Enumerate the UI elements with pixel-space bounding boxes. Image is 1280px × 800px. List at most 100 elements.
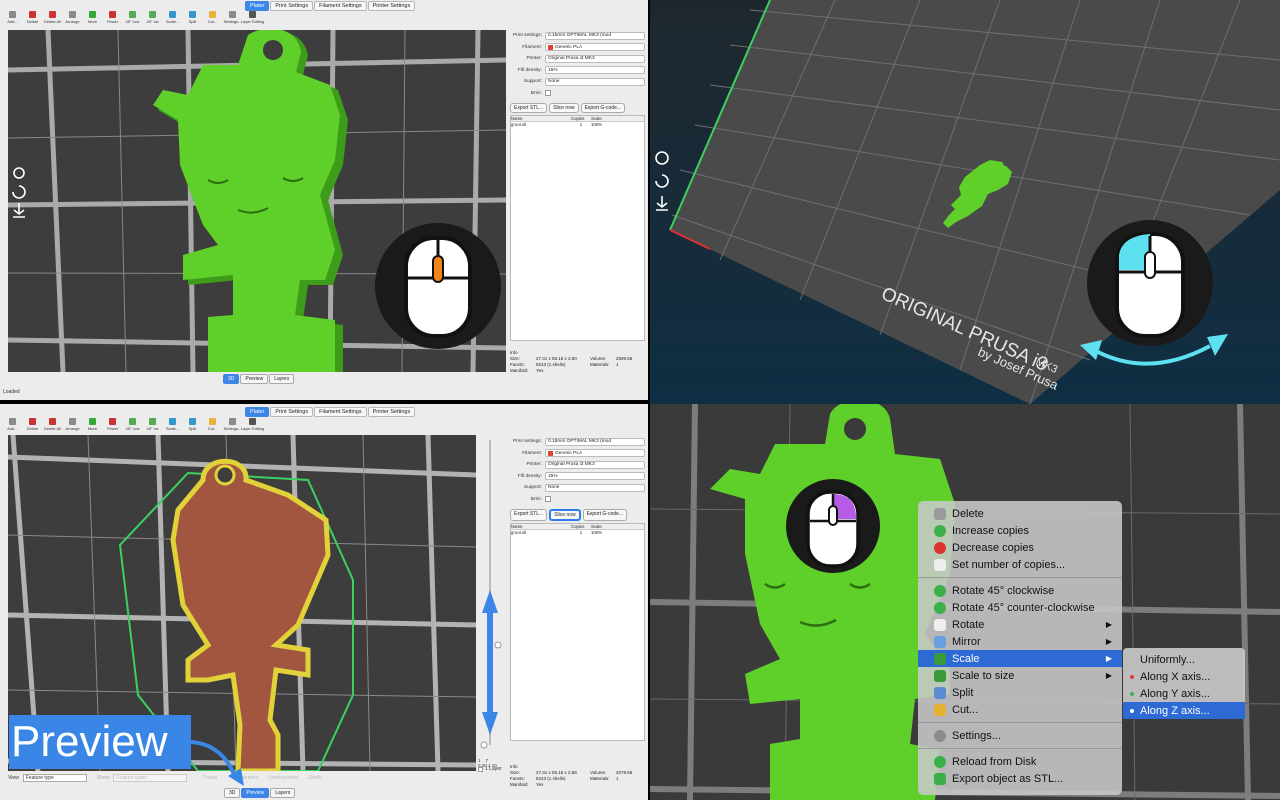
menu-item-split[interactable]: Split bbox=[918, 684, 1122, 701]
submenu-item-along-y[interactable]: Along Y axis... bbox=[1123, 685, 1245, 702]
split-button[interactable]: Split bbox=[184, 418, 201, 431]
rotate-ccw-button[interactable]: 45° ccw bbox=[124, 11, 141, 24]
delete-all-button[interactable]: Delete All bbox=[44, 11, 61, 24]
arrange-button[interactable]: Arrange bbox=[64, 418, 81, 431]
menu-item-rotate-ccw[interactable]: Rotate 45° counter-clockwise bbox=[918, 599, 1122, 616]
tab-print-settings[interactable]: Print Settings bbox=[270, 1, 314, 11]
menu-item-rotate[interactable]: Rotate ▶ bbox=[918, 616, 1122, 633]
filament-color-swatch bbox=[548, 450, 553, 456]
bed-rotate-view[interactable]: ORIGINAL PRUSA i3 MK3 by Josef Prusa bbox=[650, 0, 1280, 404]
menu-item-increase-copies[interactable]: Increase copies bbox=[918, 522, 1122, 539]
submenu-item-uniformly[interactable]: Uniformly... bbox=[1123, 651, 1245, 668]
layers-icon bbox=[249, 11, 256, 18]
shells-checkbox[interactable]: Shells bbox=[308, 775, 322, 781]
submenu-item-along-x[interactable]: Along X axis... bbox=[1123, 668, 1245, 685]
layer-slider[interactable] bbox=[476, 435, 506, 769]
delete-button[interactable]: Delete bbox=[24, 418, 41, 431]
brim-checkbox[interactable] bbox=[545, 496, 551, 503]
delete-all-button[interactable]: Delete All bbox=[44, 418, 61, 431]
print-settings-select[interactable]: 0.15mm OPTIMAL MK3 (mod bbox=[545, 31, 645, 40]
menu-item-settings[interactable]: Settings... bbox=[918, 727, 1122, 744]
view-layers-button[interactable]: Layers bbox=[270, 788, 296, 798]
printer-select[interactable]: Original Prusa i3 MK3 bbox=[545, 460, 645, 469]
support-select[interactable]: None bbox=[545, 483, 645, 492]
rotate-cw-button[interactable]: 45° cw bbox=[144, 11, 161, 24]
more-button[interactable]: More bbox=[84, 418, 101, 431]
x-axis-icon bbox=[1130, 674, 1134, 679]
rotate-cw-icon bbox=[934, 584, 946, 597]
submenu-item-along-z[interactable]: Along Z axis... bbox=[1123, 702, 1245, 719]
main-tabs: Plater Print Settings Filament Settings … bbox=[245, 1, 416, 11]
rotate-ccw-icon bbox=[934, 601, 946, 614]
menu-item-delete[interactable]: Delete bbox=[918, 505, 1122, 522]
arrange-button[interactable]: Arrange bbox=[64, 11, 81, 24]
tab-print-settings[interactable]: Print Settings bbox=[270, 407, 314, 417]
tab-filament-settings[interactable]: Filament Settings bbox=[314, 1, 367, 11]
menu-item-rotate-cw[interactable]: Rotate 45° clockwise bbox=[918, 582, 1122, 599]
delete-button[interactable]: Delete bbox=[24, 11, 41, 24]
print-settings-select[interactable]: 0.15mm OPTIMAL MK3 (mod bbox=[545, 437, 645, 446]
preview-options: View Feature type Show Feature types Tra… bbox=[8, 774, 322, 782]
tab-printer-settings[interactable]: Printer Settings bbox=[367, 407, 416, 417]
print-bed-scene: ORIGINAL PRUSA i3 MK3 by Josef Prusa bbox=[650, 0, 1280, 404]
filament-select[interactable]: Generic PLA bbox=[545, 43, 645, 52]
export-gcode-button[interactable]: Export G-code... bbox=[580, 103, 625, 113]
view-layers-button[interactable]: Layers bbox=[269, 374, 295, 384]
object-list[interactable]: Name Copies Scale groot.stl 1 100% bbox=[510, 523, 645, 741]
menu-item-mirror[interactable]: Mirror ▶ bbox=[918, 633, 1122, 650]
tab-plater[interactable]: Plater bbox=[245, 1, 270, 11]
menu-item-scale[interactable]: Scale ▶ bbox=[918, 650, 1122, 667]
filament-select[interactable]: Generic PLA bbox=[545, 449, 645, 458]
settings-sidebar: Print settings: 0.15mm OPTIMAL MK3 (mod F… bbox=[510, 436, 645, 741]
menu-item-decrease-copies[interactable]: Decrease copies bbox=[918, 539, 1122, 556]
add-button[interactable]: Add... bbox=[4, 418, 21, 431]
table-row[interactable]: groot.stl 1 100% bbox=[511, 122, 644, 127]
rotate-ccw-button[interactable]: 45° ccw bbox=[124, 418, 141, 431]
slice-now-button[interactable]: Slice now bbox=[549, 509, 581, 521]
printer-select[interactable]: Original Prusa i3 MK3 bbox=[545, 54, 645, 63]
fill-density-select[interactable]: 15% bbox=[545, 472, 645, 481]
minus-icon bbox=[934, 541, 946, 554]
scale-button[interactable]: Scale... bbox=[164, 11, 181, 24]
cut-button[interactable]: Cut... bbox=[204, 418, 221, 431]
menu-item-export-stl[interactable]: Export object as STL... bbox=[918, 770, 1122, 787]
view-type-select[interactable]: Feature type bbox=[22, 774, 87, 782]
menu-separator bbox=[918, 722, 1122, 723]
menu-item-scale-to-size[interactable]: Scale to size ▶ bbox=[918, 667, 1122, 684]
3d-viewport[interactable] bbox=[8, 30, 506, 372]
export-stl-button[interactable]: Export STL... bbox=[510, 103, 548, 113]
export-stl-button[interactable]: Export STL... bbox=[510, 509, 548, 521]
menu-item-set-copies[interactable]: Set number of copies... bbox=[918, 556, 1122, 573]
mirror-icon bbox=[934, 635, 946, 648]
rotate-cw-button[interactable]: 45° cw bbox=[144, 418, 161, 431]
view-preview-button[interactable]: Preview bbox=[240, 374, 269, 384]
support-select[interactable]: None bbox=[545, 77, 645, 86]
menu-item-reload[interactable]: Reload from Disk bbox=[918, 753, 1122, 770]
split-button[interactable]: Split bbox=[184, 11, 201, 24]
more-button[interactable]: More bbox=[84, 11, 101, 24]
view-3d-button[interactable]: 3D bbox=[223, 374, 240, 384]
unretractions-checkbox[interactable]: Unretractions bbox=[268, 775, 298, 781]
cut-button[interactable]: Cut... bbox=[204, 11, 221, 24]
layer-editing-button[interactable]: Layer Editing bbox=[241, 418, 264, 431]
context-menu-view[interactable]: Delete Increase copies Decrease copies S… bbox=[650, 404, 1280, 800]
show-features-select[interactable]: Feature types bbox=[113, 774, 188, 782]
tab-filament-settings[interactable]: Filament Settings bbox=[314, 407, 367, 417]
one-layer-checkbox[interactable] bbox=[478, 766, 483, 772]
object-list[interactable]: Name Copies Scale groot.stl 1 100% bbox=[510, 115, 645, 341]
settings-button[interactable]: Settings... bbox=[224, 11, 241, 24]
scale-button[interactable]: Scale... bbox=[164, 418, 181, 431]
tab-plater[interactable]: Plater bbox=[245, 407, 270, 417]
settings-button[interactable]: Settings... bbox=[224, 418, 241, 431]
fewer-button[interactable]: Fewer bbox=[104, 11, 121, 24]
add-button[interactable]: Add... bbox=[4, 11, 21, 24]
layer-editing-button[interactable]: Layer Editing bbox=[241, 11, 264, 24]
fill-density-select[interactable]: 15% bbox=[545, 66, 645, 75]
brim-checkbox[interactable] bbox=[545, 90, 551, 97]
fewer-button[interactable]: Fewer bbox=[104, 418, 121, 431]
slice-now-button[interactable]: Slice now bbox=[549, 103, 579, 113]
menu-item-cut[interactable]: Cut... bbox=[918, 701, 1122, 718]
tab-printer-settings[interactable]: Printer Settings bbox=[367, 1, 416, 11]
export-gcode-button[interactable]: Export G-code... bbox=[582, 509, 627, 521]
table-row[interactable]: groot.stl 1 100% bbox=[511, 530, 644, 535]
